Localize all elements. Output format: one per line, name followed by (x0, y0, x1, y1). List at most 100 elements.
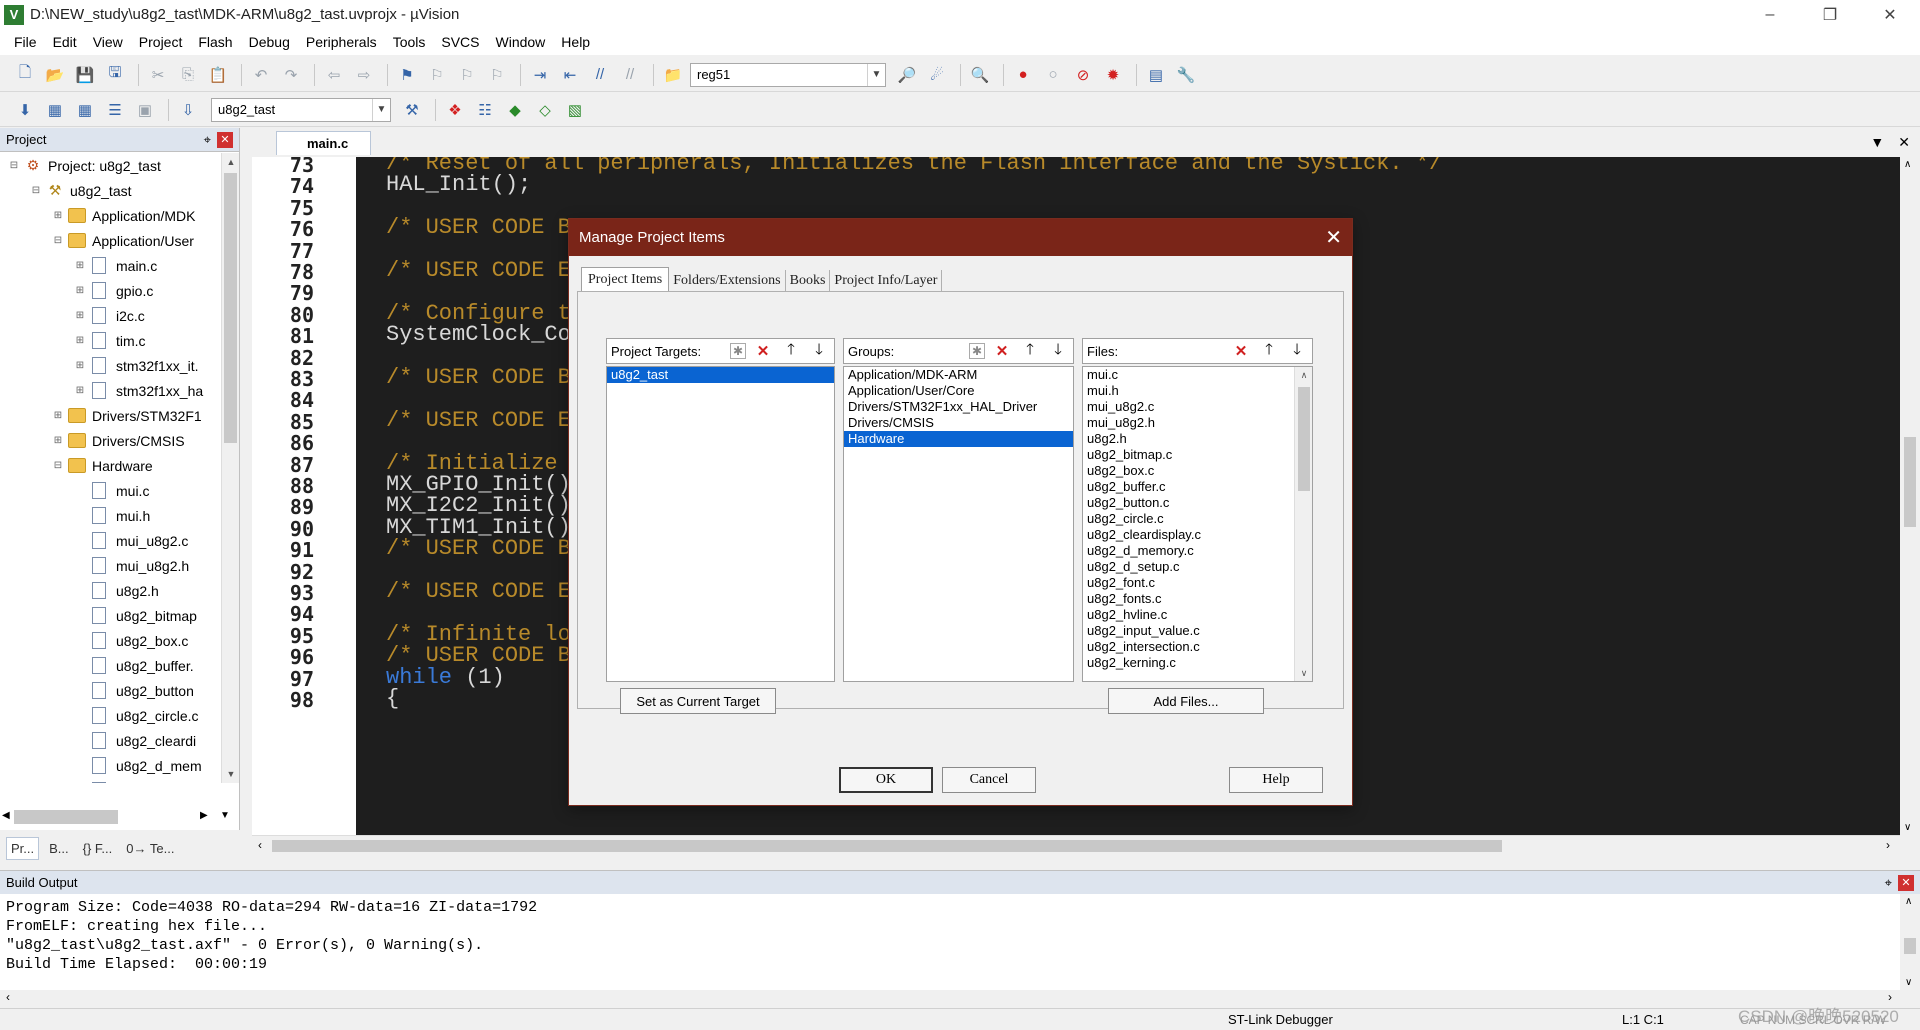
new-file-icon[interactable]: 🗋 (12, 62, 38, 88)
save-all-icon[interactable]: 🖫 (102, 62, 128, 88)
list-item[interactable]: u8g2_tast (607, 367, 834, 383)
cut-icon[interactable]: ✂ (145, 62, 171, 88)
chevron-down-icon[interactable]: ▼ (867, 63, 885, 86)
nav-back-icon[interactable]: ⇦ (321, 62, 347, 88)
list-item[interactable]: u8g2_button.c (1083, 495, 1312, 511)
tree-item[interactable]: u8g2_circle.c (0, 703, 218, 728)
tree-item[interactable]: u8g2_buffer. (0, 653, 218, 678)
clear-bookmarks-icon[interactable]: ⚐ (484, 62, 510, 88)
menu-svcs[interactable]: SVCS (433, 34, 487, 50)
files-list[interactable]: ∧ ∨ mui.c mui.h mui_u8g2.c mui_u8g2.h u8g2.h… (1082, 366, 1313, 682)
collapse-icon[interactable]: ⊟ (30, 185, 42, 196)
select-software-packs-icon[interactable]: ◇ (532, 97, 558, 123)
build-output-scrollbar[interactable]: ∧ ∨ (1900, 894, 1920, 990)
scroll-thumb[interactable] (272, 840, 1502, 852)
tree-item[interactable]: ⊞ tim.c (0, 328, 218, 353)
tree-item[interactable]: mui_u8g2.c (0, 528, 218, 553)
list-item[interactable]: u8g2_d_memory.c (1083, 543, 1312, 559)
tree-item[interactable]: ⊞ Application/MDK (0, 203, 218, 228)
target-options-icon[interactable]: ⚒ (399, 97, 425, 123)
expand-icon[interactable]: ⊞ (74, 310, 86, 321)
tree-item[interactable]: mui_u8g2.h (0, 553, 218, 578)
next-bookmark-icon[interactable]: ⚐ (454, 62, 480, 88)
editor-vertical-scrollbar[interactable]: ∧ ∨ (1900, 157, 1920, 835)
menu-file[interactable]: File (6, 34, 45, 50)
expand-icon[interactable]: ⊞ (74, 360, 86, 371)
tree-item[interactable]: ⊟ Hardware (0, 453, 218, 478)
pack-installer-icon[interactable]: ▧ (562, 97, 588, 123)
close-icon[interactable]: ✕ (217, 131, 233, 148)
collapse-icon[interactable]: ⊟ (8, 160, 20, 171)
tree-item[interactable]: ⊞ main.c (0, 253, 218, 278)
move-up-icon[interactable]: 🡑 (1258, 340, 1280, 362)
list-item[interactable]: Drivers/CMSIS (844, 415, 1073, 431)
bookmark-icon[interactable]: ⚑ (394, 62, 420, 88)
tree-item[interactable]: ⊟ ⚙ Project: u8g2_tast (0, 153, 218, 178)
menu-debug[interactable]: Debug (241, 34, 298, 50)
expand-icon[interactable]: ⊞ (74, 385, 86, 396)
project-tree-hscroll[interactable]: ◀ ▶ ▼ (0, 808, 240, 826)
list-item[interactable]: mui_u8g2.c (1083, 399, 1312, 415)
tree-item[interactable]: u8g2.h (0, 578, 218, 603)
scroll-down-icon[interactable]: ∨ (1904, 822, 1911, 833)
list-item[interactable]: u8g2_kerning.c (1083, 655, 1312, 671)
tab-main-c[interactable]: main.c (276, 131, 372, 155)
tree-item[interactable]: u8g2_d_mem (0, 753, 218, 778)
disable-breakpoint-icon[interactable]: ○ (1040, 62, 1066, 88)
batch-build-icon[interactable]: ☰ (102, 97, 128, 123)
unindent-icon[interactable]: ⇤ (557, 62, 583, 88)
tree-item[interactable]: u8g2_button (0, 678, 218, 703)
tab-list-dropdown-icon[interactable]: ▼ (1870, 134, 1884, 151)
tree-item[interactable]: ⊞ Drivers/STM32F1 (0, 403, 218, 428)
collapse-icon[interactable]: ⊟ (52, 235, 64, 246)
collapse-icon[interactable]: ⊟ (52, 460, 64, 471)
list-item[interactable]: u8g2_box.c (1083, 463, 1312, 479)
list-item[interactable]: u8g2_intersection.c (1083, 639, 1312, 655)
disable-all-breakpoints-icon[interactable]: ⊘ (1070, 62, 1096, 88)
tab-project-items[interactable]: Project Items (581, 267, 670, 292)
uncomment-icon[interactable]: // (617, 62, 643, 88)
close-tab-icon[interactable]: ✕ (1898, 134, 1910, 151)
scroll-thumb[interactable] (1298, 387, 1310, 491)
project-tree-scrollbar[interactable]: ▲ ▼ (221, 153, 239, 783)
expand-icon[interactable]: ⊞ (74, 285, 86, 296)
find-combo[interactable]: reg51 ▼ (690, 62, 886, 87)
editor-horizontal-scrollbar[interactable]: ‹ › (252, 835, 1900, 855)
tab-functions[interactable]: {} F... (79, 838, 117, 859)
tree-item[interactable]: ⊟ Application/User (0, 228, 218, 253)
delete-icon[interactable]: ✕ (752, 340, 774, 362)
list-item[interactable]: Application/MDK-ARM (844, 367, 1073, 383)
scroll-thumb[interactable] (224, 173, 237, 443)
find-icon[interactable]: 🔎 (894, 62, 920, 88)
ok-button[interactable]: OK (839, 767, 933, 793)
add-files-button[interactable]: Add Files... (1108, 688, 1264, 714)
tree-item[interactable]: ⊟ ⚒ u8g2_tast (0, 178, 218, 203)
scroll-up-icon[interactable]: ∧ (1904, 159, 1911, 170)
tree-item[interactable]: u8g2_bitmap (0, 603, 218, 628)
delete-icon[interactable]: ✕ (991, 340, 1013, 362)
configure-icon[interactable]: 🔧 (1173, 62, 1199, 88)
menu-window[interactable]: Window (488, 34, 554, 50)
menu-help[interactable]: Help (553, 34, 598, 50)
scroll-down-icon[interactable]: ▼ (220, 810, 230, 821)
list-item[interactable]: mui.h (1083, 383, 1312, 399)
tab-books[interactable]: Books (786, 270, 831, 292)
download-icon[interactable]: ⇩ (175, 97, 201, 123)
list-item[interactable]: u8g2_hvline.c (1083, 607, 1312, 623)
move-down-icon[interactable]: 🡓 (1047, 340, 1069, 362)
list-item[interactable]: u8g2.h (1083, 431, 1312, 447)
translate-icon[interactable]: ⬇ (12, 97, 38, 123)
restore-button[interactable]: ❐ (1800, 0, 1860, 29)
list-item[interactable]: u8g2_circle.c (1083, 511, 1312, 527)
expand-icon[interactable]: ⊞ (52, 435, 64, 446)
list-item[interactable]: u8g2_cleardisplay.c (1083, 527, 1312, 543)
nav-forward-icon[interactable]: ⇨ (351, 62, 377, 88)
list-item[interactable]: Drivers/STM32F1xx_HAL_Driver (844, 399, 1073, 415)
list-item[interactable]: mui_u8g2.h (1083, 415, 1312, 431)
scroll-up-icon[interactable]: ▲ (222, 153, 240, 171)
undo-icon[interactable]: ↶ (248, 62, 274, 88)
move-up-icon[interactable]: 🡑 (1019, 340, 1041, 362)
set-current-target-button[interactable]: Set as Current Target (620, 688, 776, 714)
list-item[interactable]: u8g2_bitmap.c (1083, 447, 1312, 463)
scroll-down-icon[interactable]: ▼ (222, 765, 240, 783)
